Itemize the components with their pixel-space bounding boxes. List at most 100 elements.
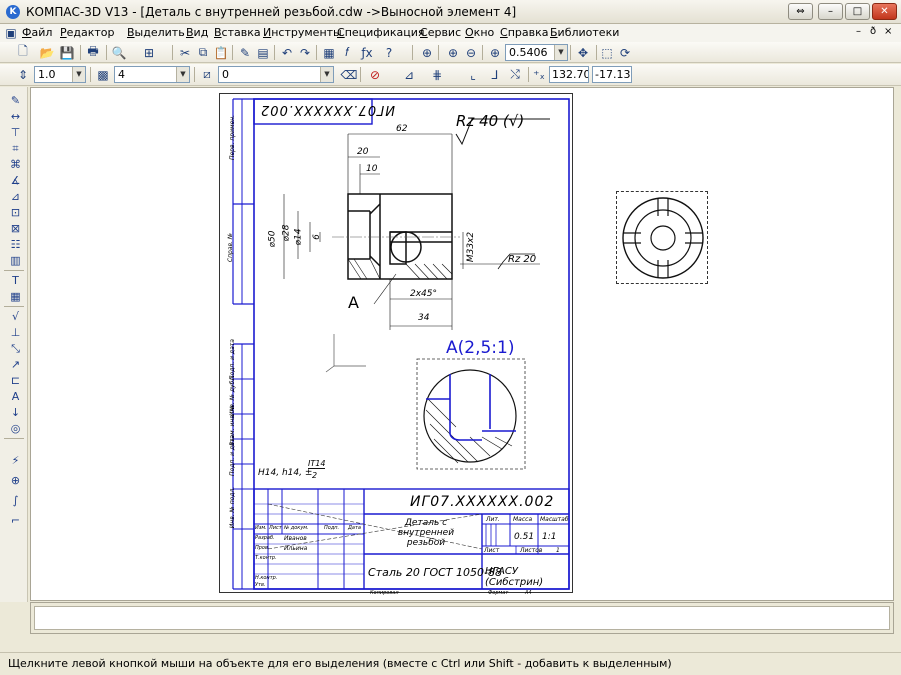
eraser-icon[interactable]: ⌫ (340, 66, 358, 83)
style-combo[interactable]: 0 ▼ (218, 66, 334, 83)
save-icon[interactable]: 💾 (58, 44, 76, 61)
menu-window[interactable]: Окно (465, 26, 494, 39)
roughness-icon[interactable]: √ (7, 309, 24, 324)
table-icon[interactable]: ▦ (7, 289, 24, 304)
menu-select[interactable]: Выделить (127, 26, 185, 39)
mdi-restore-button[interactable]: ð (870, 26, 876, 37)
variables-icon[interactable]: 𝑓 (338, 44, 356, 61)
snap-toggle-icon[interactable]: ⚡ (7, 453, 24, 468)
zoom-out-icon[interactable]: ⊖ (462, 44, 480, 61)
text-icon[interactable]: T (7, 273, 24, 288)
zoom-window-icon[interactable]: ⊕ (418, 44, 436, 61)
undo-icon[interactable]: ↶ (278, 44, 296, 61)
coord-x-field[interactable]: 132.707 (549, 66, 589, 83)
zoom-scale-icon[interactable]: ⊕ (486, 44, 504, 61)
properties-panel (30, 602, 894, 634)
orthogonal-mode-icon[interactable]: ⅃ (486, 66, 504, 83)
cut-icon[interactable]: ✂ (176, 44, 194, 61)
refresh-icon[interactable]: ⟳ (616, 44, 634, 61)
geometry-icon[interactable]: ✎ (7, 93, 24, 108)
center-mark-icon[interactable]: ⊕ (7, 473, 24, 488)
format-brush-icon[interactable]: ✎ (236, 44, 254, 61)
dim-d28: ⌀28 (281, 224, 292, 242)
drawing-canvas[interactable]: ИГ07.XXXXXX.002 Rz 40 (√) 62 20 10 ⌀50 ⌀… (30, 87, 894, 601)
spec-icon[interactable]: ⊠ (7, 221, 24, 236)
menu-view[interactable]: Вид (186, 26, 208, 39)
document-icon[interactable]: ▣ (2, 24, 20, 41)
properties-field[interactable] (34, 606, 890, 630)
view-element-selection[interactable] (616, 191, 708, 284)
show-all-icon[interactable]: ⬚ (598, 44, 616, 61)
status-bar: Щелкните левой кнопкой мыши на объекте д… (0, 652, 901, 675)
preview-icon[interactable]: 🔍 (110, 44, 128, 61)
round-icon[interactable]: ⤭ (506, 66, 524, 83)
chevron-down-icon[interactable]: ▼ (554, 45, 567, 60)
leader-icon[interactable]: ↗ (7, 357, 24, 372)
minimize-button[interactable]: – (818, 3, 843, 20)
new-document-icon[interactable]: 🗋 (14, 44, 32, 61)
detail-view-icon[interactable]: ◎ (7, 421, 24, 436)
col-change: Изм. (255, 525, 267, 531)
section-line-icon[interactable]: A (7, 389, 24, 404)
chevron-down-icon[interactable]: ▼ (72, 67, 85, 82)
ortho-icon[interactable]: ⊿ (400, 66, 418, 83)
menu-specification[interactable]: Спецификация (337, 26, 424, 39)
ncontrol-role: Н.контр. (255, 575, 278, 581)
variables-fx-icon[interactable]: ƒx (358, 44, 376, 61)
print-icon[interactable]: 🖶 (84, 44, 102, 61)
tolerance-fraction-top: IT14 (308, 459, 326, 469)
line-scale-icon: ⇕ (17, 67, 29, 82)
manager-icon[interactable]: ⊞ (140, 44, 158, 61)
pan-icon[interactable]: ✥ (574, 44, 592, 61)
zoom-in-icon[interactable]: ⊕ (444, 44, 462, 61)
local-cs-icon[interactable]: ⌞ (464, 66, 482, 83)
close-button[interactable]: ✕ (872, 3, 897, 20)
parametrization-icon[interactable]: ⌘ (7, 157, 24, 172)
measure-icon[interactable]: ∡ (7, 173, 24, 188)
snap-icon[interactable]: ⊘ (366, 66, 384, 83)
zoom-combo[interactable]: 0.5406 ▼ (505, 44, 568, 61)
position-icon[interactable]: ⤡ (7, 341, 24, 356)
redo-icon[interactable]: ↷ (296, 44, 314, 61)
wave-line-icon[interactable]: ∫ (7, 493, 24, 508)
chevron-down-icon[interactable]: ▼ (176, 67, 189, 82)
associative-views-icon[interactable]: ⊡ (7, 205, 24, 220)
base-icon[interactable]: ⊥ (7, 325, 24, 340)
dimensions-icon[interactable]: ↔ (7, 109, 24, 124)
col-sign: Подп. (324, 525, 340, 531)
properties-icon[interactable]: ▤ (254, 44, 272, 61)
editing-icon[interactable]: ⌗ (7, 141, 24, 156)
menu-insert[interactable]: Вставка (214, 26, 261, 39)
mdi-close-button[interactable]: × (884, 26, 892, 37)
view-arrow-icon[interactable]: ↓ (7, 405, 24, 420)
menu-help[interactable]: Справка (500, 26, 548, 39)
dim-34: 34 (418, 313, 430, 323)
select-icon[interactable]: ⊿ (7, 189, 24, 204)
break-line-icon[interactable]: ⌐ (7, 513, 24, 528)
library-manager-icon[interactable]: ▦ (320, 44, 338, 61)
designations-icon[interactable]: ⊤ (7, 125, 24, 140)
coord-y-field[interactable]: -17.135 (592, 66, 632, 83)
menu-editor[interactable]: Редактор (60, 26, 115, 39)
layer-combo[interactable]: 4 ▼ (114, 66, 190, 83)
maximize-button[interactable]: □ (845, 3, 870, 20)
chevron-down-icon[interactable]: ▼ (320, 67, 333, 82)
menu-libraries[interactable]: Библиотеки (550, 26, 619, 39)
grid-icon[interactable]: ⋕ (428, 66, 446, 83)
mark-icon[interactable]: ⊏ (7, 373, 24, 388)
copy-icon[interactable]: ⧉ (194, 44, 212, 61)
menu-service[interactable]: Сервис (420, 26, 461, 39)
insert-icon[interactable]: ▥ (7, 253, 24, 268)
menu-file[interactable]: Файл (22, 26, 52, 39)
restore-layout-button[interactable]: ⇔ (788, 3, 813, 20)
mdi-minimize-button[interactable]: – (856, 26, 861, 37)
context-help-icon[interactable]: ? (380, 44, 398, 61)
paste-icon[interactable]: 📋 (212, 44, 230, 61)
line-scale-combo[interactable]: 1.0 ▼ (34, 66, 86, 83)
reports-icon[interactable]: ☷ (7, 237, 24, 252)
menu-tools[interactable]: Инструменты (263, 26, 342, 39)
material: Сталь 20 ГОСТ 1050-88 (368, 566, 502, 579)
open-folder-icon[interactable]: 📂 (38, 44, 56, 61)
kompas-logo-icon: K (6, 5, 20, 19)
menu-bar: ▣ Файл Редактор Выделить Вид Вставка Инс… (0, 24, 901, 42)
